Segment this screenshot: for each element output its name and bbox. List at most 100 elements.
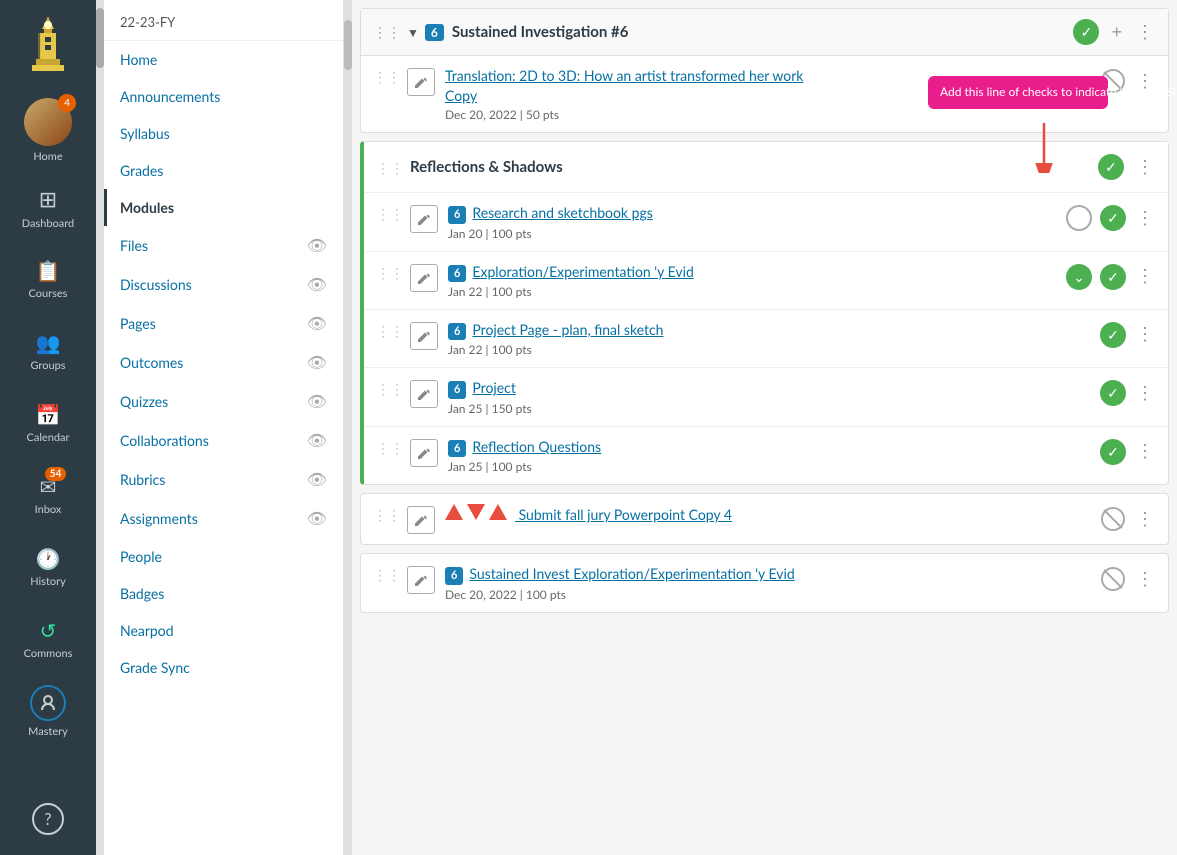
sidebar-item-people[interactable]: People [104, 538, 343, 575]
nav-item-groups[interactable]: 👥 Groups [0, 315, 96, 387]
discussions-eye-icon[interactable]: 👁 [307, 275, 327, 294]
sidebar-item-assignments[interactable]: Assignments 👁 [104, 499, 343, 538]
section-drag-handle[interactable]: ⋮⋮ [376, 157, 404, 177]
item-drag-handle[interactable]: ⋮⋮ [376, 320, 404, 340]
item-menu-button[interactable]: ⋮ [1134, 383, 1156, 404]
sidebar-item-nearpod[interactable]: Nearpod [104, 612, 343, 649]
nav-item-dashboard[interactable]: ⊞ Dashboard [0, 171, 96, 243]
item-actions: ⋮ [1100, 506, 1156, 532]
sidebar-scrollbar[interactable] [344, 0, 352, 855]
rubrics-eye-icon[interactable]: 👁 [307, 470, 327, 489]
account-label: Home [33, 150, 62, 163]
sidebar-item-pages[interactable]: Pages 👁 [104, 304, 343, 343]
module-menu-button[interactable]: ⋮ [1134, 22, 1156, 43]
inbox-label: Inbox [35, 503, 62, 516]
item-drag-handle[interactable]: ⋮⋮ [376, 262, 404, 282]
section-menu-button[interactable]: ⋮ [1134, 157, 1156, 178]
mastery-icon [30, 685, 66, 721]
pages-eye-icon[interactable]: 👁 [307, 314, 327, 333]
nav-item-courses[interactable]: 📋 Courses [0, 243, 96, 315]
item-title[interactable]: 6Project Page - plan, final sketch [448, 320, 1092, 340]
outcomes-eye-icon[interactable]: 👁 [307, 353, 327, 372]
sidebar-item-rubrics[interactable]: Rubrics 👁 [104, 460, 343, 499]
nearpod-label: Nearpod [120, 622, 174, 639]
item-drag-handle[interactable]: ⋮⋮ [376, 437, 404, 457]
item-actions: ✓ ⋮ [1100, 439, 1156, 465]
nav-item-account[interactable]: 4 Home [0, 90, 96, 171]
sidebar-item-badges[interactable]: Badges [104, 575, 343, 612]
institution-logo[interactable] [0, 0, 96, 90]
list-item: ⋮⋮ 6Reflection Questions Jan 25 | 100 pt… [364, 427, 1168, 484]
assignments-label: Assignments [120, 510, 198, 527]
nav-item-help[interactable]: ? [0, 783, 96, 855]
item-title[interactable]: 6Exploration/Experimentation 'y Evid [448, 262, 1058, 282]
module-sustained-invest: ⋮⋮ 6Sustained Invest Exploration/Experim… [360, 553, 1169, 612]
item-menu-button[interactable]: ⋮ [1134, 569, 1156, 590]
item-actions: ✓ ⋮ [1100, 322, 1156, 348]
sidebar-item-files[interactable]: Files 👁 [104, 226, 343, 265]
course-year: 22-23-FY [104, 0, 343, 41]
sidebar-item-discussions[interactable]: Discussions 👁 [104, 265, 343, 304]
groups-label: Groups [30, 359, 65, 372]
item-menu-button[interactable]: ⋮ [1134, 441, 1156, 462]
module-submit-fall-jury: ⋮⋮ Submit fall jury Powerpoint Copy 4 [360, 493, 1169, 545]
item-title[interactable]: 6Research and sketchbook pgs [448, 203, 1058, 223]
collaborations-eye-icon[interactable]: 👁 [307, 431, 327, 450]
main-scrollbar[interactable] [96, 0, 104, 855]
sidebar-scroll-thumb[interactable] [344, 20, 352, 70]
module-title: Sustained Investigation #6 [452, 23, 1074, 41]
sidebar-item-announcements[interactable]: Announcements [104, 78, 343, 115]
nav-item-calendar[interactable]: 📅 Calendar [0, 387, 96, 459]
item-drag-handle[interactable]: ⋮⋮ [373, 564, 401, 584]
nav-item-inbox[interactable]: ✉ 54 Inbox [0, 459, 96, 531]
quizzes-eye-icon[interactable]: 👁 [307, 392, 327, 411]
sidebar-item-collaborations[interactable]: Collaborations 👁 [104, 421, 343, 460]
item-drag-handle[interactable]: ⋮⋮ [373, 504, 401, 524]
courses-icon: 📋 [36, 259, 61, 283]
nav-item-commons[interactable]: ↺ Commons [0, 603, 96, 675]
module-check-icon: ✓ [1073, 19, 1099, 45]
collapse-button[interactable]: ▼ [407, 25, 419, 40]
files-eye-icon[interactable]: 👁 [307, 236, 327, 255]
syllabus-label: Syllabus [120, 125, 170, 142]
list-item: ⋮⋮ 6Exploration/Experimentation 'y Evid … [364, 252, 1168, 310]
item-menu-button[interactable]: ⋮ [1134, 324, 1156, 345]
sidebar-item-modules[interactable]: Modules [104, 189, 343, 226]
item-green-check: ✓ [1100, 380, 1126, 406]
list-item: ⋮⋮ 6Project Page - plan, final sketch Ja… [364, 310, 1168, 368]
sidebar-item-outcomes[interactable]: Outcomes 👁 [104, 343, 343, 382]
sidebar-item-syllabus[interactable]: Syllabus [104, 115, 343, 152]
calendar-icon: 📅 [36, 403, 61, 427]
assignments-eye-icon[interactable]: 👁 [307, 509, 327, 528]
item-menu-button[interactable]: ⋮ [1134, 266, 1156, 287]
pages-label: Pages [120, 315, 156, 332]
item-title[interactable]: 6Sustained Invest Exploration/Experiment… [445, 564, 1092, 584]
section-actions: ✓ ⋮ [1098, 154, 1156, 180]
add-item-button[interactable]: + [1109, 22, 1124, 43]
announcements-label: Announcements [120, 88, 220, 105]
item-drag-handle[interactable]: ⋮⋮ [373, 66, 401, 86]
sidebar-scroll-area[interactable]: Home Announcements Syllabus Grades Modul… [104, 41, 343, 855]
item-drag-handle[interactable]: ⋮⋮ [376, 378, 404, 398]
collaborations-label: Collaborations [120, 432, 209, 449]
nav-item-history[interactable]: 🕐 History [0, 531, 96, 603]
scrollbar-thumb[interactable] [96, 8, 104, 68]
sidebar-item-gradesync[interactable]: Grade Sync [104, 649, 343, 686]
item-title[interactable]: 6Project [448, 378, 1092, 398]
item-title[interactable]: Submit fall jury Powerpoint Copy 4 [445, 504, 1092, 525]
item-title[interactable]: 6Reflection Questions [448, 437, 1092, 457]
sidebar-item-home[interactable]: Home [104, 41, 343, 78]
sidebar-item-quizzes[interactable]: Quizzes 👁 [104, 382, 343, 421]
item-meta: Jan 20 | 100 pts [448, 226, 1058, 241]
module-header-sustained: ⋮⋮ ▼ 6 Sustained Investigation #6 ✓ + ⋮ [361, 9, 1168, 56]
item-drag-handle[interactable]: ⋮⋮ [376, 203, 404, 223]
page-num-badge: 6 [445, 567, 463, 584]
drag-handle-icon[interactable]: ⋮⋮ [373, 23, 401, 41]
warn-down-icon [467, 504, 485, 520]
item-edit-icon [407, 566, 435, 594]
section-title: Reflections & Shadows [410, 158, 1098, 176]
sidebar-item-grades[interactable]: Grades [104, 152, 343, 189]
item-menu-button[interactable]: ⋮ [1134, 208, 1156, 229]
item-menu-button[interactable]: ⋮ [1134, 509, 1156, 530]
nav-item-mastery[interactable]: Mastery [0, 675, 96, 747]
